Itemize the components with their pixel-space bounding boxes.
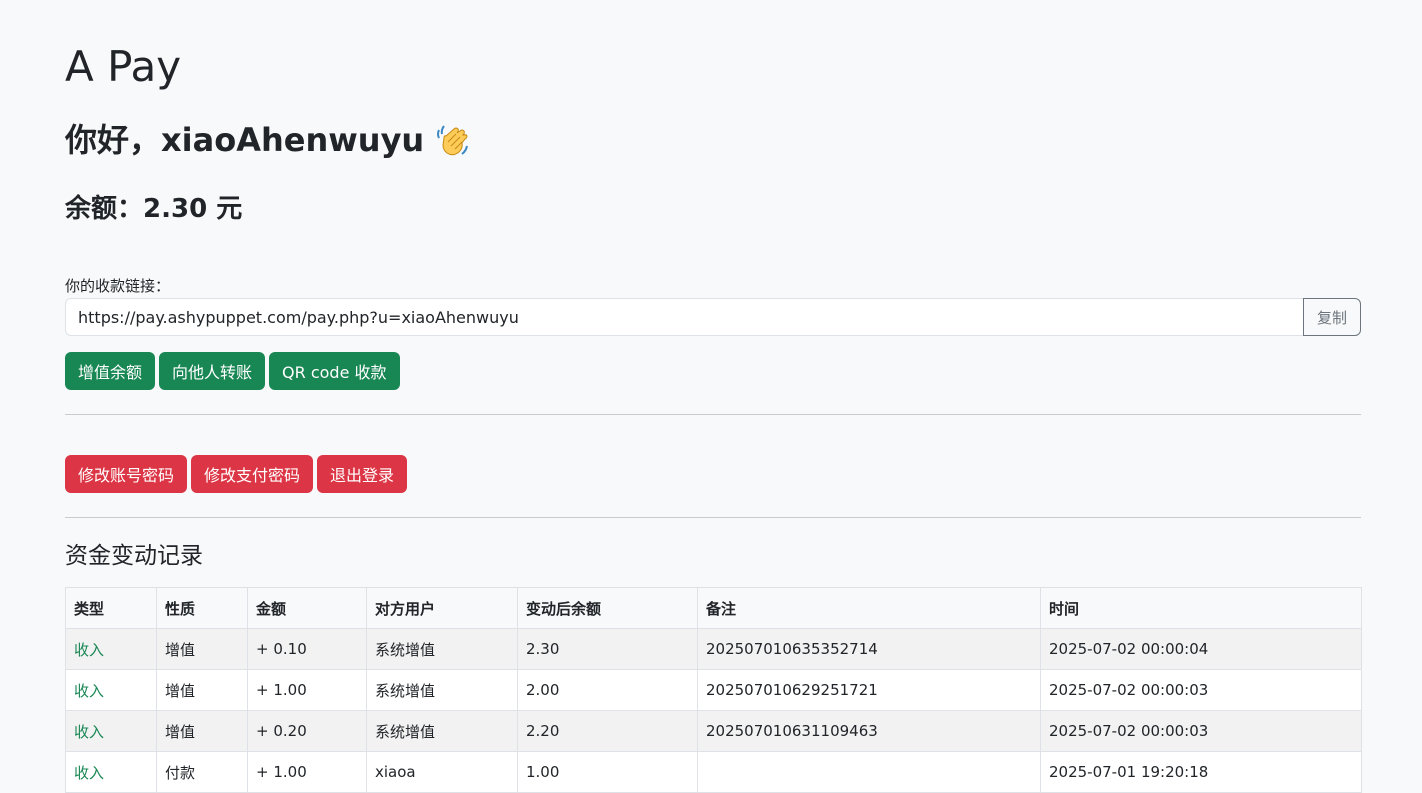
cell-note [697, 751, 1041, 793]
column-header-balance-after: 变动后余额 [517, 587, 698, 629]
column-header-time: 时间 [1040, 587, 1362, 629]
qr-receive-button[interactable]: QR code 收款 [269, 352, 400, 390]
table-row: 收入 增值 + 1.00 系统增值 2.00 20250701062925172… [65, 669, 1362, 711]
cell-type: 收入 [65, 710, 157, 752]
cell-nature: 增值 [156, 669, 248, 711]
cell-time: 2025-07-01 19:20:18 [1040, 751, 1362, 793]
cell-note: 202507010631109463 [697, 710, 1041, 752]
greeting: 你好，xiaoAhenwuyu [65, 116, 470, 164]
column-header-counterparty: 对方用户 [366, 587, 518, 629]
payment-link-input[interactable] [65, 298, 1303, 336]
change-pay-password-button[interactable]: 修改支付密码 [191, 455, 314, 493]
cell-counterparty: 系统增值 [366, 669, 518, 711]
cell-balance-after: 1.00 [517, 751, 698, 793]
cell-counterparty: 系统增值 [366, 710, 518, 752]
copy-button[interactable]: 复制 [1303, 298, 1361, 336]
cell-balance-after: 2.30 [517, 628, 698, 670]
payment-link-group: 复制 [65, 298, 1361, 336]
cell-amount: + 1.00 [247, 669, 367, 711]
cell-nature: 付款 [156, 751, 248, 793]
topup-button[interactable]: 增值余额 [65, 352, 156, 390]
cell-amount: + 0.10 [247, 628, 367, 670]
balance-value: 2.30 元 [143, 194, 243, 224]
cell-amount: + 0.20 [247, 710, 367, 752]
greeting-text: 你好，xiaoAhenwuyu [65, 121, 425, 159]
balance-label: 余额： [65, 194, 144, 224]
column-header-type: 类型 [65, 587, 157, 629]
cell-amount: + 1.00 [247, 751, 367, 793]
balance: 余额：2.30 元 [65, 190, 242, 228]
transfer-button[interactable]: 向他人转账 [159, 352, 266, 390]
waving-hand-icon [434, 122, 470, 158]
table-header-row: 类型 性质 金额 对方用户 变动后余额 备注 时间 [65, 587, 1362, 629]
cell-type: 收入 [65, 751, 157, 793]
table-row: 收入 付款 + 1.00 xiaoa 1.00 2025-07-01 19:20… [65, 751, 1362, 793]
table-row: 收入 增值 + 0.20 系统增值 2.20 20250701063110946… [65, 710, 1362, 752]
cell-counterparty: 系统增值 [366, 628, 518, 670]
logout-button[interactable]: 退出登录 [317, 455, 408, 493]
change-account-password-button[interactable]: 修改账号密码 [65, 455, 188, 493]
app-title: A Pay [65, 42, 182, 91]
primary-actions: 增值余额 向他人转账 QR code 收款 [65, 352, 400, 390]
column-header-nature: 性质 [156, 587, 248, 629]
column-header-amount: 金额 [247, 587, 367, 629]
table-row: 收入 增值 + 0.10 系统增值 2.30 20250701063535271… [65, 628, 1362, 670]
divider [65, 414, 1361, 415]
cell-time: 2025-07-02 00:00:03 [1040, 710, 1362, 752]
account-actions: 修改账号密码 修改支付密码 退出登录 [65, 455, 408, 493]
cell-type: 收入 [65, 669, 157, 711]
cell-time: 2025-07-02 00:00:03 [1040, 669, 1362, 711]
cell-balance-after: 2.20 [517, 710, 698, 752]
cell-note: 202507010629251721 [697, 669, 1041, 711]
records-title: 资金变动记录 [65, 543, 203, 569]
cell-time: 2025-07-02 00:00:04 [1040, 628, 1362, 670]
cell-note: 202507010635352714 [697, 628, 1041, 670]
cell-counterparty: xiaoa [366, 751, 518, 793]
payment-link-label: 你的收款链接： [65, 277, 171, 295]
divider [65, 517, 1361, 518]
column-header-note: 备注 [697, 587, 1041, 629]
records-table: 类型 性质 金额 对方用户 变动后余额 备注 时间 收入 增值 + 0.10 系… [65, 587, 1362, 793]
cell-nature: 增值 [156, 710, 248, 752]
cell-type: 收入 [65, 628, 157, 670]
cell-balance-after: 2.00 [517, 669, 698, 711]
cell-nature: 增值 [156, 628, 248, 670]
